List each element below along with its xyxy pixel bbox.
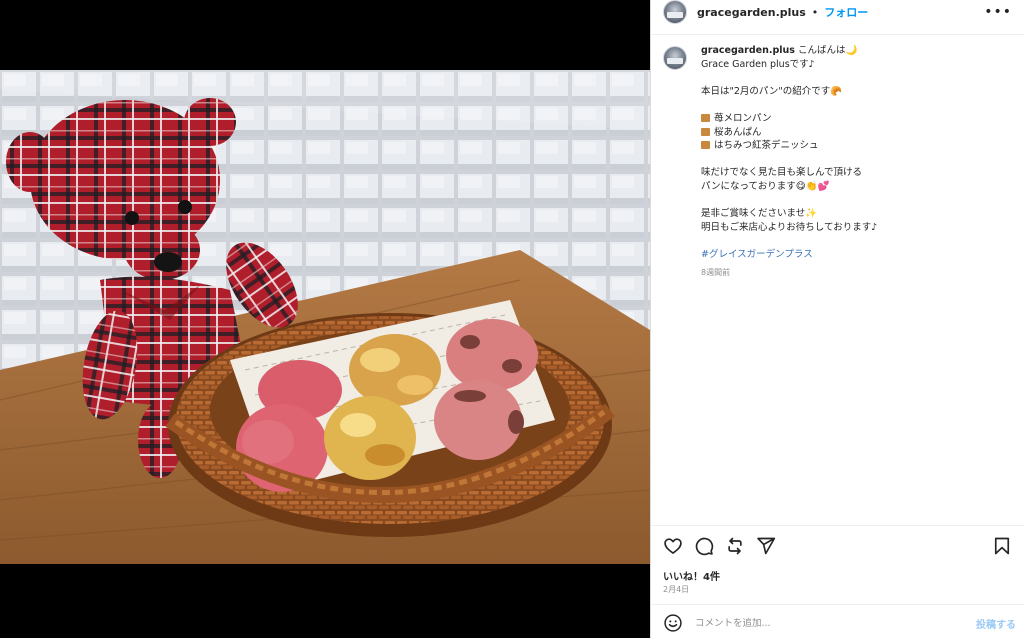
caption-item: 桜あんぱん <box>714 126 762 138</box>
comment-icon[interactable] <box>694 536 714 556</box>
avatar[interactable] <box>663 0 687 24</box>
follow-button[interactable]: フォロー <box>824 4 868 20</box>
box-emoji-icon <box>701 127 710 136</box>
caption-line: パンになっております😋👏💕 <box>701 180 830 192</box>
smile-icon[interactable] <box>663 613 683 633</box>
caption: gracegarden.plus こんばんは🌙 Grace Garden plu… <box>663 44 1012 279</box>
hashtag-link[interactable]: #グレイスガーデンプラス <box>701 248 877 262</box>
post-header: gracegarden.plus • フォロー ••• <box>651 0 1024 24</box>
post-date[interactable]: 2月4日 <box>663 584 689 595</box>
caption-item: はちみつ紅茶デニッシュ <box>714 140 819 152</box>
username-link[interactable]: gracegarden.plus <box>697 6 806 19</box>
caption-avatar[interactable] <box>663 46 687 70</box>
caption-timestamp[interactable]: 8週間前 <box>701 266 877 280</box>
caption-line: 味だけでなく見た目も楽しんで頂ける <box>701 167 863 179</box>
box-emoji-icon <box>701 113 710 122</box>
caption-line: 是非ご賞味くださいませ✨ <box>701 208 818 220</box>
caption-line: こんばんは🌙 <box>798 45 858 56</box>
comment-input[interactable] <box>695 617 976 629</box>
post-comment-button[interactable]: 投稿する <box>976 616 1016 631</box>
action-bar <box>663 535 1012 557</box>
caption-line: Grace Garden plusです♪ <box>701 58 815 70</box>
bookmark-icon[interactable] <box>992 536 1012 556</box>
comment-bar: 投稿する <box>663 610 1016 636</box>
send-icon[interactable] <box>756 536 776 556</box>
post-photo <box>0 70 650 564</box>
repost-icon[interactable] <box>725 536 745 556</box>
comment-divider <box>651 604 1024 605</box>
post-media[interactable] <box>0 0 650 638</box>
header-divider <box>651 34 1024 35</box>
box-emoji-icon <box>701 141 710 150</box>
caption-line: 本日は"2月のパン"の紹介です🥐 <box>701 85 843 97</box>
caption-line: 明日もご来店心よりお待ちしております♪ <box>701 221 878 233</box>
like-count[interactable]: いいね！4件 <box>663 568 720 583</box>
caption-username[interactable]: gracegarden.plus <box>701 45 795 56</box>
heart-icon[interactable] <box>663 536 683 556</box>
caption-item: 苺メロンパン <box>714 112 772 124</box>
actions-divider <box>651 525 1024 526</box>
post-sidebar: gracegarden.plus • フォロー ••• gracegarden.… <box>650 0 1024 638</box>
separator-dot: • <box>811 5 819 19</box>
caption-text: gracegarden.plus こんばんは🌙 Grace Garden plu… <box>701 44 877 279</box>
more-options-icon[interactable]: ••• <box>984 4 1012 20</box>
